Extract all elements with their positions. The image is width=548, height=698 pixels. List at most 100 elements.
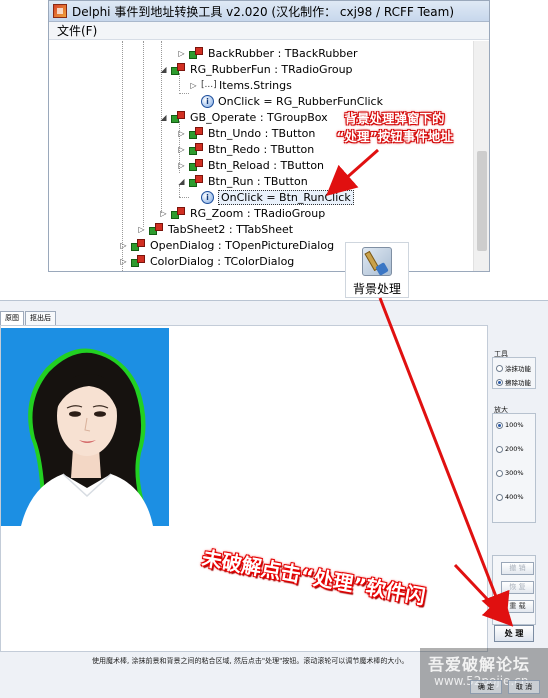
tree-item-label: Btn_Reload : TButton — [208, 158, 325, 172]
collapse-arrow-icon[interactable]: ◢ — [177, 177, 186, 186]
radio-label: 400% — [505, 493, 524, 501]
component-icon — [189, 158, 204, 172]
event-icon: i — [201, 94, 214, 108]
expand-arrow-icon[interactable]: ▷ — [159, 209, 168, 218]
radio-label: 擦除功能 — [505, 379, 531, 387]
expand-arrow-icon[interactable]: ▷ — [119, 257, 128, 266]
tree-item[interactable]: ▷ ColorDialog : TColorDialog — [119, 253, 294, 269]
annotation-line: “处理”按钮事件地址 — [336, 129, 453, 144]
menu-bar: 文件(F) — [49, 22, 489, 40]
tree-item-label: RG_RubberFun : TRadioGroup — [190, 62, 353, 76]
expand-arrow-icon[interactable]: ▷ — [119, 241, 128, 250]
tab-cutout[interactable]: 抠出后 — [25, 311, 56, 325]
expand-arrow-icon[interactable]: ▷ — [137, 225, 146, 234]
tree-item-label: Btn_Undo : TButton — [208, 126, 316, 140]
ok-button[interactable]: 确 定 — [470, 680, 502, 694]
redo-button[interactable]: 恢 复 — [501, 581, 534, 594]
scrollbar-thumb[interactable] — [477, 151, 487, 251]
tree-item-label: OnClick = Btn_RunClick — [218, 189, 354, 205]
radio-button-icon[interactable] — [496, 378, 503, 386]
undo-button[interactable]: 撤 销 — [501, 562, 534, 575]
expand-arrow-icon[interactable]: ▷ — [177, 161, 186, 170]
tree-item[interactable]: ◢ GB_Operate : TGroupBox — [159, 109, 328, 125]
radio-erase[interactable]: 擦除功能 — [496, 377, 531, 387]
tree-item-label: TabSheet2 : TTabSheet — [168, 222, 294, 236]
radio-button-icon[interactable] — [496, 364, 503, 372]
tool-group: 涂抹功能 擦除功能 — [492, 357, 536, 389]
property-icon: [...] — [201, 79, 217, 90]
tree-item[interactable]: ▷ RG_Zoom : TRadioGroup — [159, 205, 325, 221]
reload-button[interactable]: 重 载 — [501, 600, 534, 613]
tree-item[interactable]: ▷ [...] Items.Strings — [189, 77, 292, 93]
zoom-group: 100% 200% 300% 400% — [492, 413, 536, 523]
component-tree[interactable]: ▷ BackRubber : TBackRubber ◢ RG_RubberFu… — [49, 41, 489, 271]
radio-zoom-300[interactable]: 300% — [496, 469, 524, 477]
component-icon — [131, 238, 146, 252]
menu-file[interactable]: 文件(F) — [57, 22, 97, 39]
radio-zoom-100[interactable]: 100% — [496, 421, 524, 429]
tree-item-label: RG_Zoom : TRadioGroup — [190, 206, 326, 220]
expand-arrow-icon[interactable]: ▷ — [177, 129, 186, 138]
tree-item[interactable]: ▷ Btn_Redo : TButton — [177, 141, 314, 157]
radio-zoom-200[interactable]: 200% — [496, 445, 524, 453]
component-icon — [189, 174, 204, 188]
tab-bar: 原图 抠出后 — [0, 311, 57, 325]
radio-button-icon[interactable] — [496, 469, 503, 477]
tree-item-label: ColorDialog : TColorDialog — [150, 254, 295, 268]
tree-item-label: Btn_Redo : TButton — [208, 142, 315, 156]
background-processing-window: 原图 抠出后 工具 涂抹功能 擦除功能 放大 100% 200% 300% 40… — [0, 300, 548, 698]
component-icon — [149, 222, 164, 236]
component-icon — [171, 206, 186, 220]
tree-item-selected[interactable]: i OnClick = Btn_RunClick — [189, 189, 354, 205]
collapse-arrow-icon[interactable]: ◢ — [159, 65, 168, 74]
expand-arrow-icon[interactable]: ▷ — [177, 145, 186, 154]
tree-item-label: BackRubber : TBackRubber — [208, 46, 358, 60]
tab-original[interactable]: 原图 — [0, 311, 24, 325]
radio-label: 200% — [505, 445, 524, 453]
tree-item[interactable]: ◢ Btn_Run : TButton — [177, 173, 308, 189]
portrait-photo[interactable] — [1, 328, 169, 526]
component-icon — [171, 110, 186, 124]
radio-label: 100% — [505, 421, 524, 429]
tree-item-label: OpenDialog : TOpenPictureDialog — [150, 238, 335, 252]
tree-guide-line — [179, 197, 189, 198]
tree-item-label: GB_Operate : TGroupBox — [190, 110, 328, 124]
side-panel: 工具 涂抹功能 擦除功能 放大 100% 200% 300% 400% 撤 销 … — [490, 327, 548, 657]
component-icon — [189, 142, 204, 156]
radio-smear[interactable]: 涂抹功能 — [496, 363, 531, 373]
radio-button-icon[interactable] — [496, 421, 503, 429]
radio-label: 300% — [505, 469, 524, 477]
background-process-button[interactable]: 背景处理 — [345, 242, 409, 298]
component-icon — [189, 126, 204, 140]
tree-item[interactable]: ▷ BackRubber : TBackRubber — [177, 45, 358, 61]
expand-arrow-icon[interactable]: ▷ — [189, 81, 198, 90]
tree-item[interactable]: ▷ Btn_Reload : TButton — [177, 157, 324, 173]
vertical-scrollbar[interactable] — [473, 41, 489, 271]
tree-item[interactable]: ▷ OpenDialog : TOpenPictureDialog — [119, 237, 334, 253]
background-process-label: 背景处理 — [352, 282, 401, 296]
window-title: Delphi 事件到地址转换工具 v2.020 (汉化制作： cxj98 / R… — [72, 4, 455, 19]
tree-guide-line — [179, 93, 189, 94]
radio-zoom-400[interactable]: 400% — [496, 493, 524, 501]
process-button[interactable]: 处 理 — [494, 625, 534, 642]
app-icon — [53, 4, 67, 18]
cancel-button[interactable]: 取 消 — [508, 680, 540, 694]
tree-item[interactable]: ◢ RG_RubberFun : TRadioGroup — [159, 61, 353, 77]
tree-item[interactable]: ▷ Btn_Undo : TButton — [177, 125, 315, 141]
tree-item-label: Items.Strings — [219, 78, 292, 92]
event-icon: i — [201, 190, 214, 204]
annotation-event-address: 背景处理弹窗下的 “处理”按钮事件地址 — [322, 110, 467, 146]
component-icon — [189, 46, 204, 60]
component-icon — [171, 62, 186, 76]
brush-icon — [362, 247, 392, 276]
tree-guide-line — [143, 41, 144, 227]
component-icon — [131, 254, 146, 268]
tree-item[interactable]: ▷ TabSheet2 : TTabSheet — [137, 221, 293, 237]
portrait-illustration — [1, 328, 169, 526]
radio-button-icon[interactable] — [496, 493, 503, 501]
radio-button-icon[interactable] — [496, 445, 503, 453]
collapse-arrow-icon[interactable]: ◢ — [159, 113, 168, 122]
expand-arrow-icon[interactable]: ▷ — [177, 49, 186, 58]
tree-item[interactable]: i OnClick = RG_RubberFunClick — [189, 93, 383, 109]
watermark-title: 吾爱破解论坛 — [428, 655, 531, 674]
